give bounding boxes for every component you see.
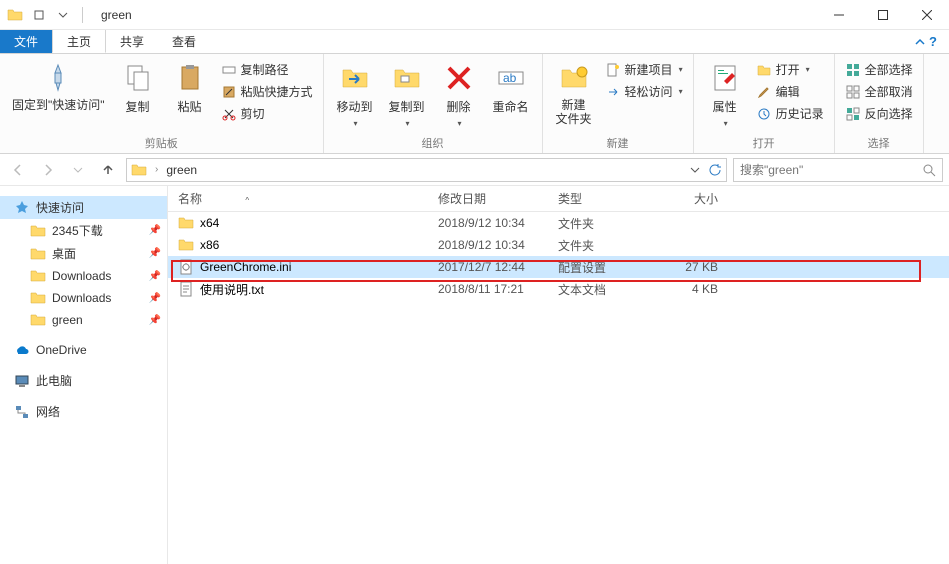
open-group-label: 打开 — [702, 133, 826, 151]
file-row[interactable]: GreenChrome.ini2017/12/7 12:44配置设置27 KB — [168, 256, 949, 278]
pin-icon: 📌 — [149, 293, 161, 304]
copy-path-button[interactable]: 复制路径 — [219, 60, 315, 79]
clipboard-group-label: 剪贴板 — [8, 133, 315, 151]
pc-icon — [14, 373, 30, 389]
breadcrumb-current[interactable]: green — [166, 163, 197, 177]
file-row[interactable]: x862018/9/12 10:34文件夹 — [168, 234, 949, 256]
sidebar-quick-access[interactable]: 快速访问 — [0, 196, 167, 219]
paste-shortcut-button[interactable]: 粘贴快捷方式 — [219, 82, 315, 101]
pin-quick-button[interactable]: 固定到"快速访问" — [8, 58, 109, 116]
new-item-button[interactable]: 新建项目▾ — [603, 60, 685, 79]
star-icon — [14, 200, 30, 216]
properties-button[interactable]: 属性▾ — [702, 58, 748, 132]
sidebar-item[interactable]: green📌 — [0, 309, 167, 331]
select-none-button[interactable]: 全部取消 — [843, 82, 915, 101]
col-date[interactable]: 修改日期 — [428, 190, 548, 207]
pin-icon: 📌 — [149, 271, 161, 282]
file-row[interactable]: 使用说明.txt2018/8/11 17:21文本文档4 KB — [168, 278, 949, 300]
sidebar-item[interactable]: 桌面📌 — [0, 242, 167, 265]
qat-chevron-icon[interactable] — [54, 6, 72, 24]
recent-dropdown[interactable] — [66, 158, 90, 182]
file-row[interactable]: x642018/9/12 10:34文件夹 — [168, 212, 949, 234]
sidebar-item[interactable]: Downloads📌 — [0, 287, 167, 309]
group-new: 新建 文件夹 新建项目▾ 轻松访问▾ 新建 — [543, 54, 694, 153]
paste-label: 粘贴 — [178, 98, 202, 115]
help-icon[interactable]: ? — [929, 34, 937, 49]
tab-file[interactable]: 文件 — [0, 30, 52, 53]
ribbon-tabs: 文件 主页 共享 查看 ? — [0, 30, 949, 54]
rename-button[interactable]: ab 重命名 — [488, 58, 534, 119]
history-button[interactable]: 历史记录 — [754, 104, 826, 123]
pin-icon: 📌 — [149, 225, 161, 236]
cut-button[interactable]: 剪切 — [219, 104, 315, 123]
sidebar-thispc[interactable]: 此电脑 — [0, 369, 167, 392]
group-open: 属性▾ 打开▾ 编辑 历史记录 打开 — [694, 54, 835, 153]
title-bar: green — [0, 0, 949, 30]
group-clipboard: 固定到"快速访问" 复制 粘贴 复制路径 粘贴快捷方式 剪切 剪贴板 — [0, 54, 324, 153]
sidebar-onedrive[interactable]: OneDrive — [0, 339, 167, 361]
up-button[interactable] — [96, 158, 120, 182]
tab-home[interactable]: 主页 — [52, 30, 106, 53]
content: 快速访问 2345下载📌桌面📌Downloads📌Downloads📌green… — [0, 186, 949, 564]
organize-group-label: 组织 — [332, 133, 534, 151]
pin-icon: 📌 — [149, 248, 161, 259]
col-name[interactable]: 名称 ^ — [168, 190, 428, 207]
nav-bar: › green — [0, 154, 949, 186]
qat-dropdown-icon[interactable] — [30, 6, 48, 24]
open-button[interactable]: 打开▾ — [754, 60, 826, 79]
delete-button[interactable]: 删除▾ — [436, 58, 482, 132]
minimize-button[interactable] — [817, 0, 861, 30]
invert-selection-button[interactable]: 反向选择 — [843, 104, 915, 123]
search-icon[interactable] — [922, 163, 936, 177]
paste-button[interactable]: 粘贴 — [167, 58, 213, 119]
move-to-button[interactable]: 移动到▾ — [332, 58, 378, 132]
new-folder-button[interactable]: 新建 文件夹 — [551, 58, 597, 131]
separator — [82, 7, 83, 23]
easy-access-button[interactable]: 轻松访问▾ — [603, 82, 685, 101]
tab-share[interactable]: 共享 — [106, 30, 158, 53]
sidebar: 快速访问 2345下载📌桌面📌Downloads📌Downloads📌green… — [0, 186, 168, 564]
search-input[interactable] — [740, 163, 922, 177]
copy-button[interactable]: 复制 — [115, 58, 161, 119]
sidebar-item[interactable]: 2345下载📌 — [0, 219, 167, 242]
close-button[interactable] — [905, 0, 949, 30]
tab-view[interactable]: 查看 — [158, 30, 210, 53]
svg-text:ab: ab — [503, 71, 517, 85]
select-group-label: 选择 — [843, 133, 915, 151]
copy-to-button[interactable]: 复制到▾ — [384, 58, 430, 132]
forward-button[interactable] — [36, 158, 60, 182]
maximize-button[interactable] — [861, 0, 905, 30]
sidebar-network[interactable]: 网络 — [0, 400, 167, 423]
search-box[interactable] — [733, 158, 943, 182]
pin-quick-label: 固定到"快速访问" — [12, 98, 105, 112]
back-button[interactable] — [6, 158, 30, 182]
folder-icon — [6, 6, 24, 24]
select-all-button[interactable]: 全部选择 — [843, 60, 915, 79]
copy-label: 复制 — [126, 98, 150, 115]
folder-icon — [131, 162, 147, 178]
col-size[interactable]: 大小 — [658, 190, 728, 207]
address-bar[interactable]: › green — [126, 158, 727, 182]
ribbon-collapse-icon[interactable] — [915, 37, 925, 47]
address-dropdown-icon[interactable] — [690, 165, 700, 175]
edit-button[interactable]: 编辑 — [754, 82, 826, 101]
col-type[interactable]: 类型 — [548, 190, 658, 207]
new-group-label: 新建 — [551, 133, 685, 151]
ribbon: 固定到"快速访问" 复制 粘贴 复制路径 粘贴快捷方式 剪切 剪贴板 移动到▾ — [0, 54, 949, 154]
list-header: 名称 ^ 修改日期 类型 大小 — [168, 186, 949, 212]
sidebar-item[interactable]: Downloads📌 — [0, 265, 167, 287]
refresh-icon[interactable] — [708, 163, 722, 177]
window-title: green — [101, 8, 132, 22]
group-select: 全部选择 全部取消 反向选择 选择 — [835, 54, 924, 153]
network-icon — [14, 404, 30, 420]
cloud-icon — [14, 342, 30, 358]
file-list: 名称 ^ 修改日期 类型 大小 x642018/9/12 10:34文件夹x86… — [168, 186, 949, 564]
group-organize: 移动到▾ 复制到▾ 删除▾ ab 重命名 组织 — [324, 54, 543, 153]
pin-icon: 📌 — [149, 315, 161, 326]
